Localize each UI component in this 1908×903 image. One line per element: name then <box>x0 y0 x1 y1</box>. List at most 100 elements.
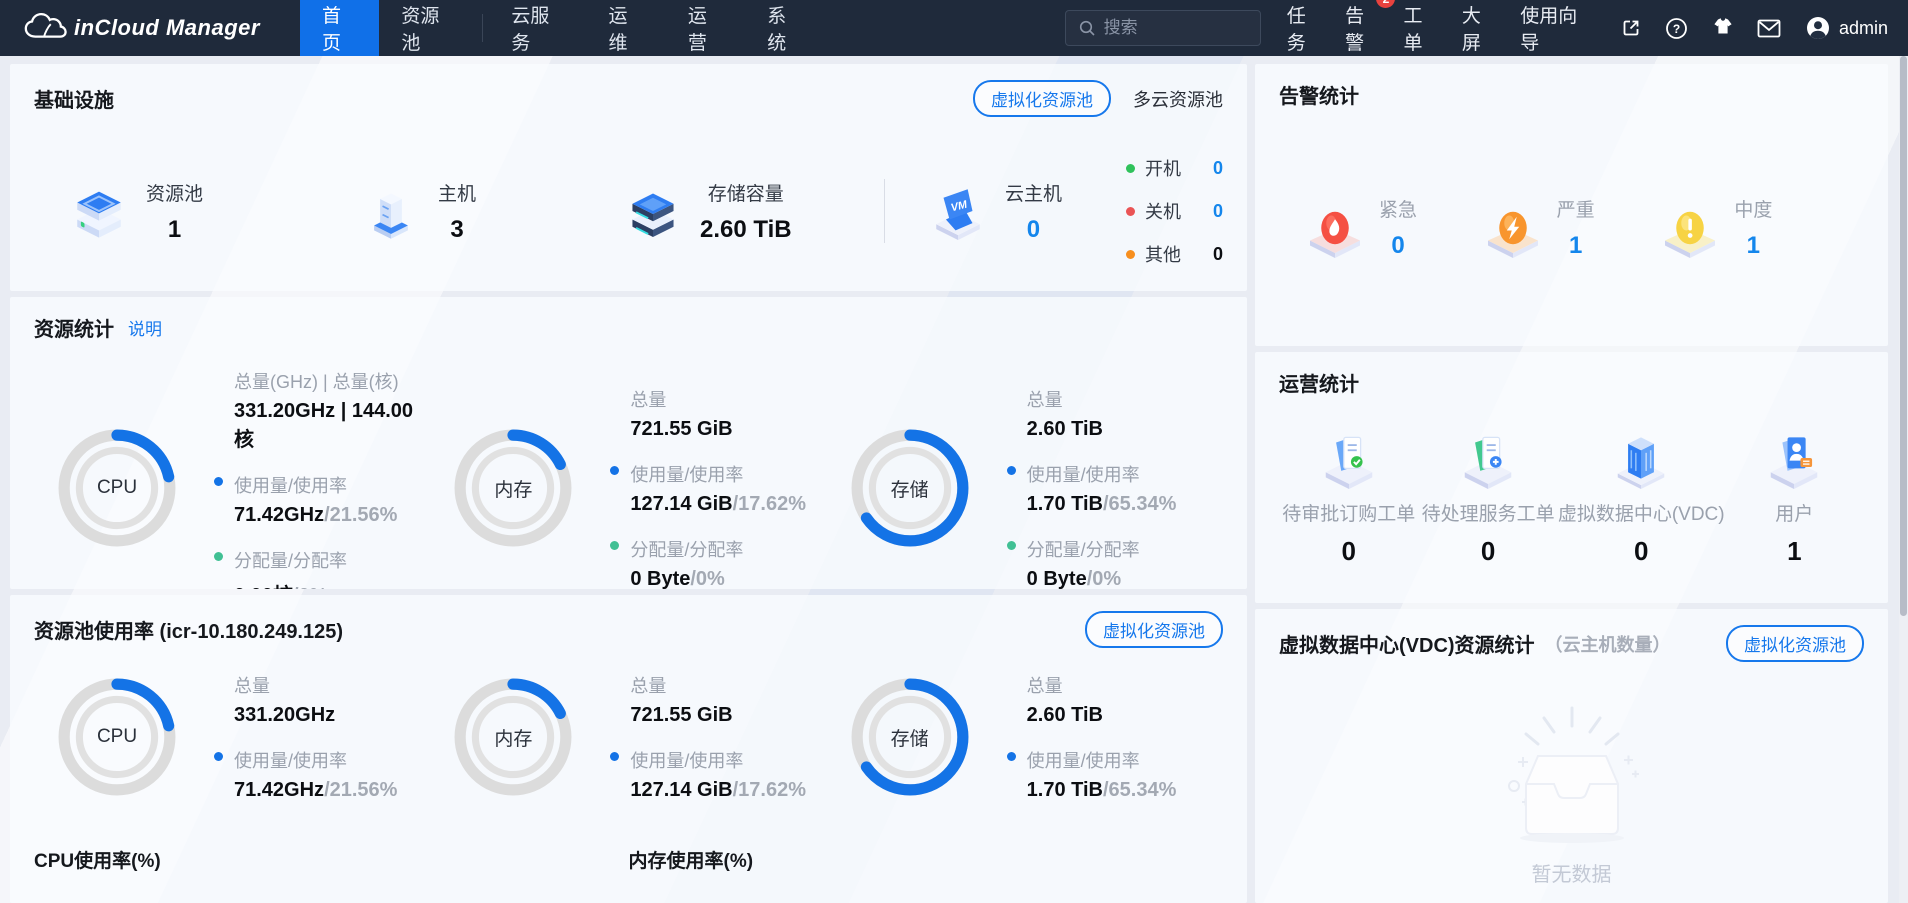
alloc-group: 分配量/分配率 0 Byte/0% <box>610 536 806 590</box>
alarm-medium: 中度 1 <box>1660 195 1838 260</box>
virtual-pool-button[interactable]: 虚拟化资源池 <box>1726 625 1864 662</box>
svg-text:?: ? <box>1673 22 1680 36</box>
menu-item-resource-pool[interactable]: 资源池 <box>379 0 476 56</box>
virtual-pool-tab[interactable]: 虚拟化资源池 <box>973 80 1111 117</box>
orange-dot <box>1126 250 1135 259</box>
total-group: 总量 2.60 TiB <box>1007 672 1177 727</box>
nav-link-tasks[interactable]: 任务 <box>1287 1 1321 55</box>
storage-capacity: 2.60 TiB <box>700 216 792 244</box>
vm-state-list: 开机 0 关机 0 其他 0 <box>1126 155 1223 267</box>
green-dot <box>1126 164 1135 173</box>
gauge-storage: 存储 总量 2.60 TiB 使用量/使用率 1.70 TiB/65.34% <box>827 368 1223 589</box>
usage-group: 使用量/使用率 127.14 GiB/17.62% <box>610 461 806 516</box>
gauge-cpu: CPU 总量 331.20GHz 使用量/使用率 71.42GHz/21.56% <box>34 672 430 802</box>
alarm-major: 严重 1 <box>1483 195 1661 260</box>
medium-alarm-icon <box>1660 198 1720 258</box>
op-order-tickets: 待审批订购工单 0 <box>1279 427 1418 567</box>
red-dot <box>1126 207 1135 216</box>
storage-donut: 存储 <box>849 676 971 798</box>
navbar-icons: ? <box>1619 16 1781 40</box>
help-icon[interactable]: ? <box>1665 16 1689 40</box>
order-ticket-count: 0 <box>1341 536 1355 567</box>
stat-host: 主机 3 <box>362 179 624 244</box>
usage-group: 使用量/使用率 127.14 GiB/17.62% <box>610 747 806 802</box>
mail-icon[interactable] <box>1757 16 1781 40</box>
empty-box-icon <box>1482 700 1662 850</box>
nav-link-bigscreen[interactable]: 大屏 <box>1462 1 1496 55</box>
user-count: 1 <box>1787 536 1801 567</box>
total-group: 总量 721.55 GiB <box>610 672 806 727</box>
total-group: 总量 2.60 TiB <box>1007 386 1177 441</box>
major-alarm-icon <box>1483 198 1543 258</box>
operation-stats-panel: 运营统计 待审批订购工单 0 <box>1255 352 1888 603</box>
external-link-icon[interactable] <box>1619 16 1643 40</box>
pool-usage-title: 资源池使用率 (icr-10.180.249.125) <box>34 615 343 644</box>
username: admin <box>1839 18 1888 39</box>
alloc-group: 分配量/分配率 0 Byte/0% <box>1007 536 1177 590</box>
usage-group: 使用量/使用率 1.70 TiB/65.34% <box>1007 461 1177 516</box>
pool-count: 1 <box>168 216 181 244</box>
search-input[interactable] <box>1104 18 1244 38</box>
menu-item-home[interactable]: 首页 <box>300 0 379 56</box>
stat-resource-pool: 资源池 1 <box>70 179 362 244</box>
cpu-donut: CPU <box>56 676 178 798</box>
pool-usage-panel: 资源池使用率 (icr-10.180.249.125) 虚拟化资源池 CPU <box>10 595 1247 903</box>
order-ticket-icon <box>1318 427 1380 489</box>
alarm-count-badge: 2 <box>1376 0 1395 8</box>
alloc-group: 分配量/分配率 0.00核/0% <box>214 547 430 589</box>
vm-count: 0 <box>1027 216 1040 244</box>
total-group: 总量 331.20GHz <box>214 672 397 727</box>
app-logo[interactable]: inCloud Manager <box>0 0 300 56</box>
memory-usage-chart-title: 内存使用率(%) <box>629 846 1224 873</box>
usage-group: 使用量/使用率 1.70 TiB/65.34% <box>1007 747 1177 802</box>
scrollbar-thumb[interactable] <box>1900 56 1907 616</box>
global-search[interactable] <box>1065 10 1261 46</box>
gauge-memory: 内存 总量 721.55 GiB 使用量/使用率 127.14 GiB/17.6… <box>430 368 826 589</box>
medium-count: 1 <box>1747 232 1760 260</box>
blue-dot <box>1007 752 1016 761</box>
no-data-text: 暂无数据 <box>1532 858 1612 887</box>
vdc-stats-subtitle: （云主机数量） <box>1545 631 1671 657</box>
total-group: 总量(GHz) | 总量(核) 331.20GHz | 144.00核 <box>214 368 430 452</box>
shirt-icon[interactable] <box>1711 16 1735 40</box>
blue-dot <box>214 752 223 761</box>
vdc-stats-title: 虚拟数据中心(VDC)资源统计 <box>1279 629 1535 658</box>
virtual-pool-button[interactable]: 虚拟化资源池 <box>1085 611 1223 648</box>
service-ticket-count: 0 <box>1481 536 1495 567</box>
green-dot <box>1007 541 1016 550</box>
stat-vm: VM 云主机 0 <box>929 179 1062 244</box>
memory-donut: 内存 <box>452 676 574 798</box>
alarm-stats-panel: 告警统计 紧急 0 <box>1255 64 1888 346</box>
host-count: 3 <box>450 216 463 244</box>
cpu-usage-chart-title: CPU使用率(%) <box>34 846 629 873</box>
gauge-memory: 内存 总量 721.55 GiB 使用量/使用率 127.14 GiB/17.6… <box>430 672 826 802</box>
divider <box>884 179 885 243</box>
nav-link-alarms[interactable]: 告警 2 <box>1345 1 1379 55</box>
menu-item-business[interactable]: 运营 <box>666 0 745 56</box>
usage-group: 使用量/使用率 71.42GHz/21.56% <box>214 472 430 527</box>
vdc-count: 0 <box>1634 536 1648 567</box>
user-menu[interactable]: admin <box>1805 15 1888 41</box>
nav-link-tickets[interactable]: 工单 <box>1403 1 1437 55</box>
search-icon <box>1078 19 1096 37</box>
top-navbar: inCloud Manager 首页 资源池 云服务 运维 运营 系统 任务 告… <box>0 0 1908 56</box>
resource-stats-title: 资源统计 <box>34 313 114 342</box>
help-link[interactable]: 说明 <box>128 315 162 340</box>
nav-link-guide[interactable]: 使用向导 <box>1520 1 1589 55</box>
multicloud-pool-tab[interactable]: 多云资源池 <box>1133 86 1223 112</box>
vdc-stats-panel: 虚拟数据中心(VDC)资源统计 （云主机数量） 虚拟化资源池 <box>1255 609 1888 903</box>
menu-item-cloud-service[interactable]: 云服务 <box>489 0 586 56</box>
menu-item-operations[interactable]: 运维 <box>586 0 665 56</box>
alarm-stats-title: 告警统计 <box>1279 80 1864 109</box>
app-title: inCloud Manager <box>74 15 260 41</box>
vm-icon: VM <box>929 182 987 240</box>
cloud-logo-icon <box>22 11 68 45</box>
blue-dot <box>610 466 619 475</box>
navbar-links: 任务 告警 2 工单 大屏 使用向导 ? <box>1287 0 1908 56</box>
critical-count: 0 <box>1391 232 1404 260</box>
menu-item-system[interactable]: 系统 <box>745 0 824 56</box>
resource-stats-panel: 资源统计 说明 CPU 总量(GH <box>10 297 1247 589</box>
usage-group: 使用量/使用率 71.42GHz/21.56% <box>214 747 397 802</box>
vm-state-other: 其他 0 <box>1126 241 1223 267</box>
page-scrollbar[interactable] <box>1899 56 1908 903</box>
